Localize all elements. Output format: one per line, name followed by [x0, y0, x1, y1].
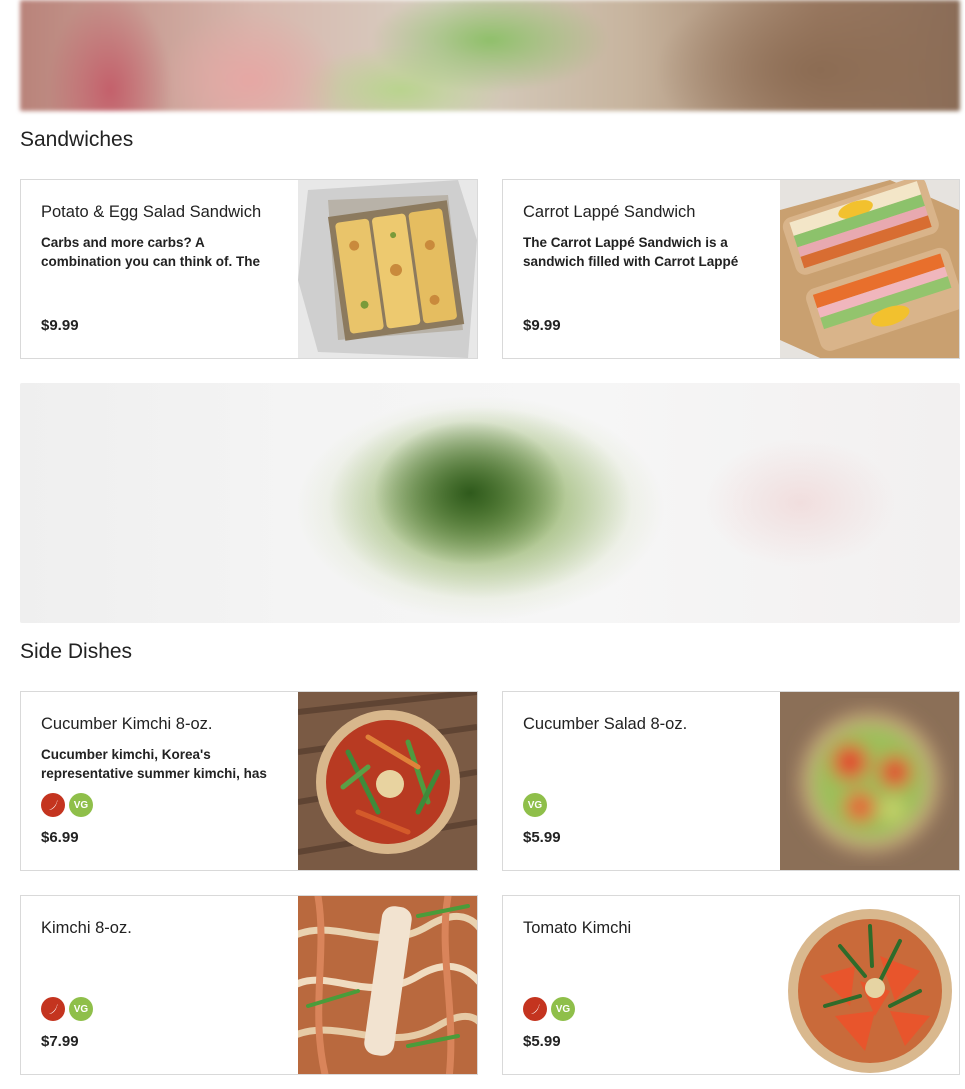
item-price: $9.99	[41, 317, 79, 334]
menu-item-card-potato-egg-salad-sandwich[interactable]: Potato & Egg Salad Sandwich Carbs and mo…	[20, 179, 478, 359]
item-price: $5.99	[523, 829, 561, 846]
dietary-badges: VG	[523, 997, 575, 1021]
item-description: Cucumber kimchi, Korea's representative …	[41, 747, 267, 781]
item-price: $7.99	[41, 1033, 79, 1050]
vegan-icon: VG	[69, 793, 93, 817]
vegan-icon: VG	[551, 997, 575, 1021]
item-photo	[298, 692, 477, 870]
spicy-icon	[523, 997, 547, 1021]
menu-item-card-carrot-lappe-sandwich[interactable]: Carrot Lappé Sandwich The Carrot Lappé S…	[502, 179, 960, 359]
item-name: Cucumber Kimchi 8-oz.	[41, 715, 213, 733]
item-name: Potato & Egg Salad Sandwich	[41, 203, 262, 221]
vegan-icon: VG	[523, 793, 547, 817]
menu-item-card-cucumber-kimchi[interactable]: Cucumber Kimchi 8-oz. Cucumber kimchi, K…	[20, 691, 478, 871]
spicy-icon	[41, 793, 65, 817]
dietary-badges: VG	[523, 793, 547, 817]
dietary-badges: VG	[41, 793, 93, 817]
spicy-icon	[41, 997, 65, 1021]
section-title-side-dishes: Side Dishes	[20, 640, 133, 663]
item-description: Carbs and more carbs? A combination you …	[41, 235, 261, 269]
menu-item-card-tomato-kimchi[interactable]: Tomato Kimchi VG $5.99	[502, 895, 960, 1075]
menu-item-card-cucumber-salad[interactable]: Cucumber Salad 8-oz. VG $5.99	[502, 691, 960, 871]
item-photo	[298, 180, 477, 358]
dietary-badges: VG	[41, 997, 93, 1021]
side-dishes-banner-image	[20, 383, 960, 623]
item-photo	[780, 896, 959, 1074]
menu-item-card-kimchi[interactable]: Kimchi 8-oz. VG $7.99	[20, 895, 478, 1075]
vegan-icon: VG	[69, 997, 93, 1021]
item-photo	[780, 692, 959, 870]
item-price: $9.99	[523, 317, 561, 334]
item-name: Tomato Kimchi	[523, 919, 632, 937]
item-name: Carrot Lappé Sandwich	[523, 203, 696, 221]
section-title-sandwiches: Sandwiches	[20, 128, 134, 151]
sandwiches-banner-image	[20, 0, 960, 111]
item-price: $5.99	[523, 1033, 561, 1050]
item-name: Cucumber Salad 8-oz.	[523, 715, 688, 733]
item-price: $6.99	[41, 829, 79, 846]
item-photo	[780, 180, 959, 358]
item-name: Kimchi 8-oz.	[41, 919, 132, 937]
item-description: The Carrot Lappé Sandwich is a sandwich …	[523, 235, 739, 269]
item-photo	[298, 896, 477, 1074]
